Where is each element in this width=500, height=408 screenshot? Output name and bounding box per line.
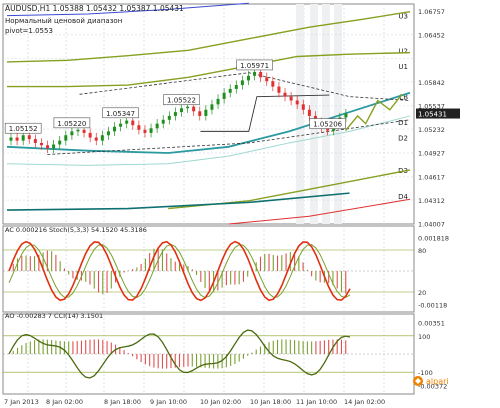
time-tick-label: 8 Jan 02:00	[46, 398, 83, 406]
candle-body	[125, 120, 129, 124]
candle-body	[155, 123, 159, 129]
candle-body	[216, 98, 220, 105]
candle-body	[240, 80, 244, 86]
time-tick-label: 10 Jan 18:00	[250, 398, 291, 406]
candle-body	[167, 115, 171, 120]
candle-body	[161, 119, 165, 124]
candle-body	[186, 106, 190, 109]
time-tick-label: 8 Jan 18:00	[104, 398, 141, 406]
price-tick-label: 1.04927	[418, 149, 445, 157]
candle-body	[113, 126, 117, 132]
price-tick-label: 1.06757	[418, 8, 445, 16]
pivot-level-u1: U1	[398, 63, 408, 71]
candle-body	[52, 144, 56, 149]
candle-body	[149, 128, 153, 133]
candle-body	[295, 100, 299, 105]
current-price-label: 1.05431	[418, 111, 447, 119]
candle-body	[259, 71, 263, 78]
candle-body	[46, 145, 50, 149]
price-annotation-label: 1.05347	[106, 110, 135, 118]
candle-body	[88, 132, 92, 138]
osc1-tick-label: 0.001818	[418, 234, 449, 242]
candle-body	[137, 125, 141, 130]
candle-body	[301, 104, 305, 110]
candle-body	[106, 131, 110, 136]
candle-body	[82, 129, 86, 133]
candle-body	[58, 140, 62, 145]
grid-lines	[2, 3, 415, 395]
price-tick-label: 1.06452	[418, 32, 445, 40]
price-tick-label: 1.05842	[418, 79, 445, 87]
chart-canvas: U3U2U1LBD1D2D3D41.051521.052201.053471.0…	[2, 2, 460, 406]
price-annotation-label: 1.05522	[167, 97, 196, 105]
candle-body	[222, 92, 226, 99]
candle-body	[33, 139, 37, 143]
range-subtitle: Нормальный ценовой диапазон	[5, 17, 122, 25]
candle-body	[173, 112, 177, 116]
osc1-label: AC 0.000216 Stoch(5,3,3) 54.1520 45.3186	[5, 226, 147, 234]
candle-body	[15, 137, 19, 141]
price-tick-label: 1.04617	[418, 173, 445, 181]
candle-body	[64, 135, 68, 141]
symbol-ohlc-label: AUDUSD,H1 1.05388 1.05432 1.05387 1.0543…	[5, 4, 184, 13]
candle-body	[204, 109, 208, 116]
candle-body	[192, 106, 196, 112]
candle-body	[100, 135, 104, 141]
time-tick-label: 10 Jan 02:00	[200, 398, 241, 406]
candle-body	[265, 77, 269, 82]
candle-body	[234, 85, 238, 89]
time-tick-label: 9 Jan 10:00	[150, 398, 187, 406]
alpari-logo-text: alpari	[426, 377, 449, 386]
session-shade	[322, 4, 330, 224]
candle-body	[76, 129, 80, 132]
candle-body	[70, 131, 74, 136]
candle-body	[180, 108, 183, 113]
candle-body	[27, 135, 31, 140]
price-tick-label: 1.05232	[418, 126, 445, 134]
osc2-tick-label: 0.00351	[418, 320, 445, 328]
candle-body	[21, 135, 25, 141]
price-annotation-label: 1.05220	[57, 120, 86, 128]
time-tick-label: 7 Jan 2013	[4, 398, 39, 406]
candle-body	[131, 120, 135, 126]
candle-body	[198, 111, 202, 116]
candle-body	[143, 129, 147, 133]
osc1-tick-label: -0.00118	[418, 302, 447, 310]
osc2-label: AO -0.00283 7 CCI(14) 3.1501	[5, 312, 103, 320]
candle-body	[271, 81, 275, 87]
price-annotation-label: 1.05971	[240, 62, 269, 70]
price-annotation-label: 1.05152	[9, 125, 38, 133]
candle-body	[39, 142, 43, 146]
candle-body	[228, 88, 232, 93]
candle-body	[119, 123, 123, 127]
candle-body	[307, 109, 311, 116]
time-tick-label: 14 Jan 02:00	[344, 398, 385, 406]
panel-frame-0	[2, 3, 415, 225]
candle-body	[246, 75, 250, 81]
pivot-level-d2: D2	[398, 135, 408, 143]
candle-body	[277, 86, 281, 93]
osc2-tick-label: -100	[418, 369, 433, 377]
price-tick-label: 1.04007	[418, 220, 445, 228]
pivot-level-u2: U2	[398, 47, 408, 55]
osc1-tick-label: 80	[418, 247, 426, 255]
price-annotation-label: 1.05206	[313, 121, 342, 129]
candle-body	[344, 113, 348, 118]
osc1-tick-label: 20	[418, 289, 426, 297]
pivot-subtitle: pivot=1.0553	[5, 27, 53, 35]
price-tick-label: 1.04312	[418, 197, 445, 205]
osc2-tick-label: 100	[418, 333, 430, 341]
candle-body	[94, 137, 98, 141]
candle-body	[289, 96, 293, 101]
candle-body	[9, 137, 13, 141]
candle-body	[210, 104, 214, 110]
candle-body	[253, 71, 257, 76]
time-tick-label: 11 Jan 10:00	[296, 398, 337, 406]
candle-body	[283, 92, 287, 97]
session-shade	[310, 4, 318, 224]
alpari-logo: alpari	[413, 376, 449, 386]
